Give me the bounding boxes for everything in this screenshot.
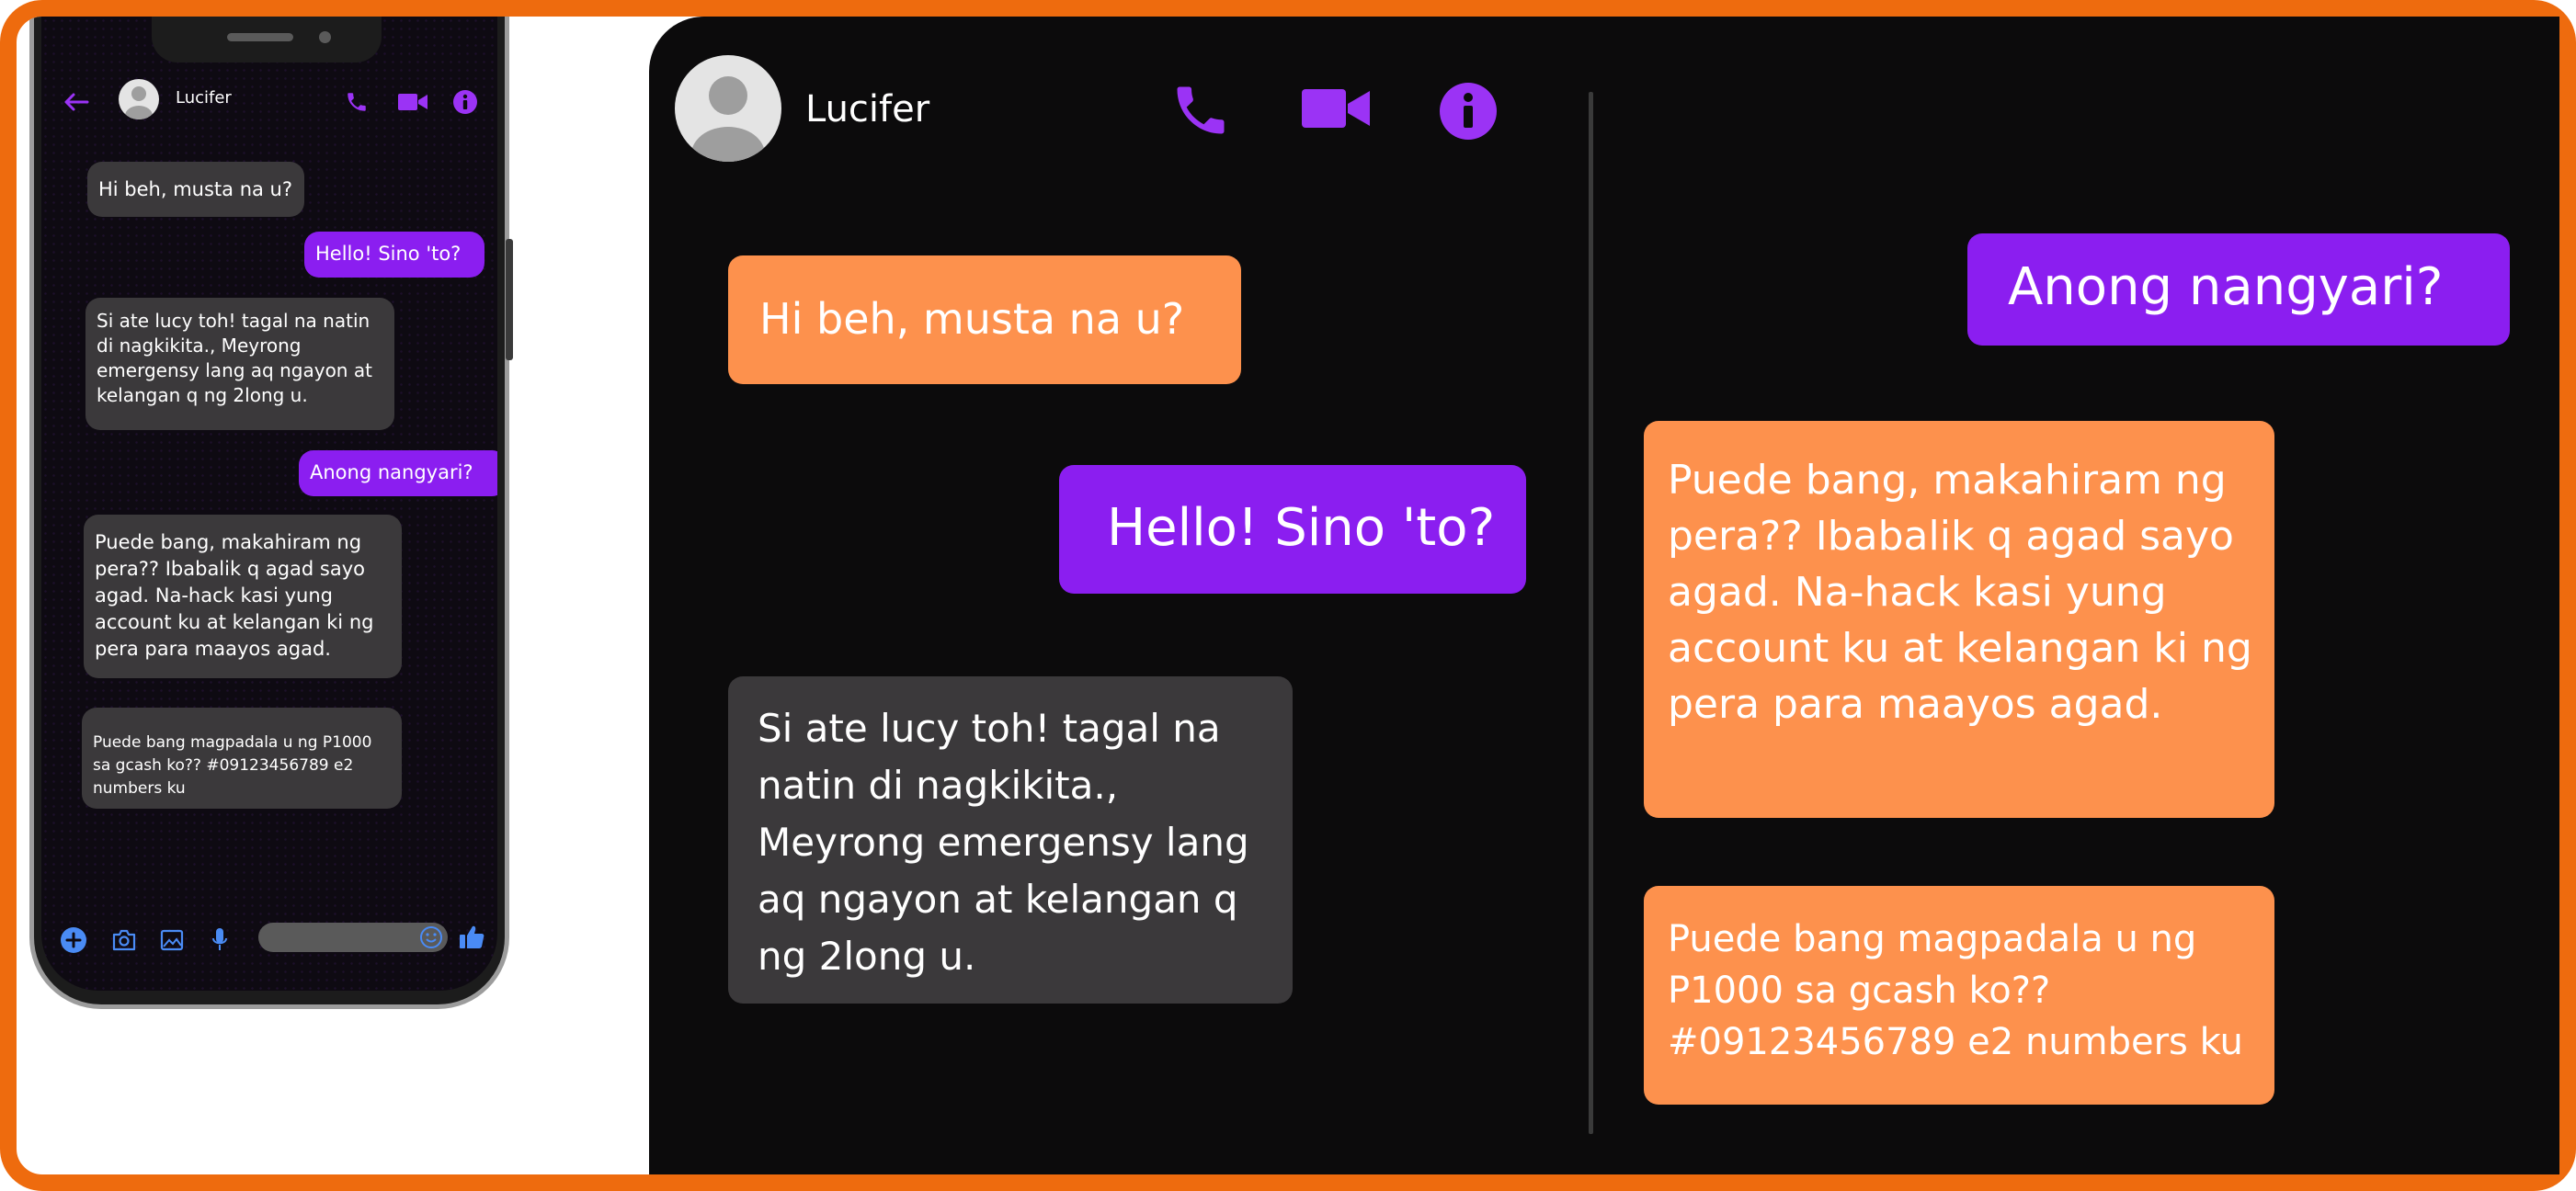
person-icon [125,86,153,119]
phone-mockup: Lucifer Hi beh, musta na u? Hello! Sino … [29,17,509,1009]
message-bubble: Anong nangyari? [1967,233,2510,346]
plus-circle-icon[interactable] [60,926,87,954]
video-camera-icon[interactable] [398,92,427,112]
phone-screen: Lucifer Hi beh, musta na u? Hello! Sino … [41,17,497,991]
message-bubble: Si ate lucy toh! tagal na natin di nagki… [728,676,1293,1004]
microphone-icon[interactable] [211,926,229,954]
thumbs-up-icon[interactable] [457,923,486,952]
message-bubble: Hello! Sino 'to? [1059,465,1526,594]
info-icon[interactable] [453,90,477,114]
message-bubble: Puede bang magpadala u ng P1000 sa gcash… [1644,886,2274,1105]
message-bubble: Anong nangyari? [299,450,497,496]
message-bubble: Hi beh, musta na u? [728,255,1241,384]
phone-icon[interactable] [345,90,369,114]
image-icon[interactable] [159,928,185,952]
avatar[interactable] [675,55,781,162]
camera-icon[interactable] [111,928,137,952]
phone-side-button [506,239,513,360]
speaker-grille [227,33,293,41]
contact-name: Lucifer [176,88,232,108]
message-bubble: Puede bang magpadala u ng P1000 sa gcash… [82,708,402,809]
phone-notch [152,17,382,62]
arrow-left-icon[interactable] [63,92,89,112]
front-camera [319,31,331,43]
avatar[interactable] [119,79,159,119]
video-camera-icon[interactable] [1302,86,1370,130]
contact-name: Lucifer [805,88,930,130]
panel-divider [1589,92,1593,1134]
message-bubble: Puede bang, makahiram ng pera?? Ibabalik… [84,515,402,678]
message-bubble: Si ate lucy toh! tagal na natin di nagki… [85,298,394,430]
message-bubble: Hi beh, musta na u? [87,162,304,217]
person-icon [691,76,765,162]
message-bubble: Puede bang, makahiram ng pera?? Ibabalik… [1644,421,2274,818]
smiley-icon[interactable] [418,924,444,950]
phone-icon[interactable] [1169,79,1232,142]
message-bubble: Hello! Sino 'to? [304,232,484,278]
info-icon[interactable] [1440,83,1497,140]
